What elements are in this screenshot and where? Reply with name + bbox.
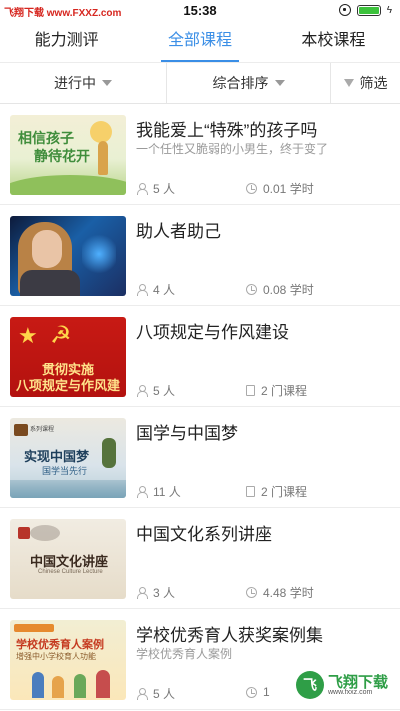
thumbnail-text: 系列课程 [30,427,55,433]
person-icon [136,385,148,397]
course-item[interactable]: 系列课程 实现中国梦 国学当先行 国学与中国梦 11 人 2 门课程 [0,407,400,508]
enrollment-count: 11 人 [136,483,181,500]
course-title: 我能爱上“特殊”的孩子吗 [136,121,318,140]
clock-icon [246,183,257,194]
thumbnail-text: 学校优秀育人案例 [16,639,104,651]
series-badge [14,624,54,632]
emblem-icon: ☭ [50,322,72,349]
charging-icon: ϟ [386,4,392,16]
course-hours: 1 [246,685,270,699]
course-item[interactable]: 中国文化讲座 Chinese Culture Lecture 中国文化系列讲座 … [0,508,400,609]
thumbnail-text: 八项规定与作风建设 [15,378,120,393]
star-icon: ★ [18,323,38,348]
status-filter-dropdown[interactable]: 进行中 [0,63,166,103]
course-thumbnail: 相信孩子 静待花开 [10,115,126,195]
speaker-face-illustration [32,230,62,268]
status-filter-label: 进行中 [54,75,96,91]
person-icon [136,486,148,498]
enrollment-count: 4 人 [136,281,175,298]
figure-illustration [32,672,44,698]
course-item[interactable]: ★ ☭ 贯彻实施 八项规定与作风建设 八项规定与作风建设 5 人 2 门课程 [0,306,400,407]
enrollment-count: 3 人 [136,584,175,601]
rotation-lock-icon [338,4,351,16]
course-count: 2 门课程 [246,382,307,399]
course-hours: 4.48 学时 [246,584,314,601]
course-subtitle: 一个任性又脆弱的小男生，终于变了 [136,142,329,156]
course-hours: 0.08 学时 [246,281,314,298]
course-thumbnail: 系列课程 实现中国梦 国学当先行 [10,418,126,498]
enrollment-count: 5 人 [136,685,175,702]
course-title: 八项规定与作风建设 [136,323,289,342]
book-icon [246,486,255,497]
person-icon [136,688,148,700]
chevron-down-icon [274,80,285,86]
figure-illustration [96,670,110,698]
mountain-illustration [10,480,126,498]
tab-ability-assessment[interactable]: 能力测评 [0,22,133,62]
course-thumbnail: 学校优秀育人案例 增强中小学校育人功能 [10,620,126,700]
funnel-icon [343,79,354,87]
light-illustration [82,232,116,276]
thumbnail-text: 实现中国梦 [24,449,90,464]
tab-all-courses[interactable]: 全部课程 [133,22,266,62]
child-illustration [98,141,108,175]
course-item[interactable]: 相信孩子 静待花开 我能爱上“特殊”的孩子吗 一个任性又脆弱的小男生，终于变了 … [0,104,400,205]
person-icon [136,284,148,296]
clock-icon [246,284,257,295]
top-tabs: 能力测评 全部课程 本校课程 [0,22,400,62]
filter-label: 筛选 [359,75,388,91]
enrollment-count: 5 人 [136,382,175,399]
course-title: 学校优秀育人获奖案例集 [136,626,323,645]
hill-illustration [10,175,126,195]
course-title: 国学与中国梦 [136,424,238,443]
thumbnail-text: 中国文化讲座 [30,554,109,569]
course-subtitle: 学校优秀育人案例 [136,647,233,661]
course-item[interactable]: 助人者助己 4 人 0.08 学时 [0,205,400,306]
course-hours: 0.01 学时 [246,180,314,197]
thumbnail-text: 增强中小学校育人功能 [16,652,96,661]
sun-illustration [90,121,112,143]
course-thumbnail: ★ ☭ 贯彻实施 八项规定与作风建设 [10,317,126,397]
book-icon [246,385,255,396]
sort-dropdown[interactable]: 综合排序 [166,63,330,103]
watermark-logo-icon: 飞 [296,671,324,699]
series-badge [14,424,28,436]
course-thumbnail [10,216,126,296]
thumbnail-text: 国学当先行 [42,466,88,476]
course-list: 相信孩子 静待花开 我能爱上“特殊”的孩子吗 一个任性又脆弱的小男生，终于变了 … [0,104,400,710]
course-title: 中国文化系列讲座 [136,525,272,544]
watermark-url: www.fxxz.com [328,689,373,696]
speaker-body-illustration [20,270,80,296]
ink-illustration [30,525,60,541]
sort-label: 综合排序 [212,75,269,91]
status-bar: 飞翔下载 www.FXXZ.com 15:38 ϟ [0,0,400,22]
filter-bar: 进行中 综合排序 筛选 [0,62,400,104]
clock-icon [246,587,257,598]
seal-stamp [18,527,30,539]
thumbnail-text: 相信孩子 静待花开 [18,130,90,164]
course-title: 助人者助己 [136,222,221,241]
tree-illustration [102,438,116,468]
figure-illustration [74,674,86,698]
person-icon [136,587,148,599]
chevron-down-icon [102,80,112,86]
status-icons: ϟ [338,4,392,16]
thumbnail-text: Chinese Culture Lecture [38,569,103,575]
tab-school-courses[interactable]: 本校课程 [267,22,400,62]
person-icon [136,183,148,195]
filter-button[interactable]: 筛选 [330,63,400,103]
battery-icon [356,4,381,16]
watermark-logo: 飞 飞翔下载 www.fxxz.com [296,671,396,701]
course-count: 2 门课程 [246,483,307,500]
figure-illustration [52,676,64,698]
clock-icon [246,686,257,698]
course-thumbnail: 中国文化讲座 Chinese Culture Lecture [10,519,126,599]
enrollment-count: 5 人 [136,180,175,197]
